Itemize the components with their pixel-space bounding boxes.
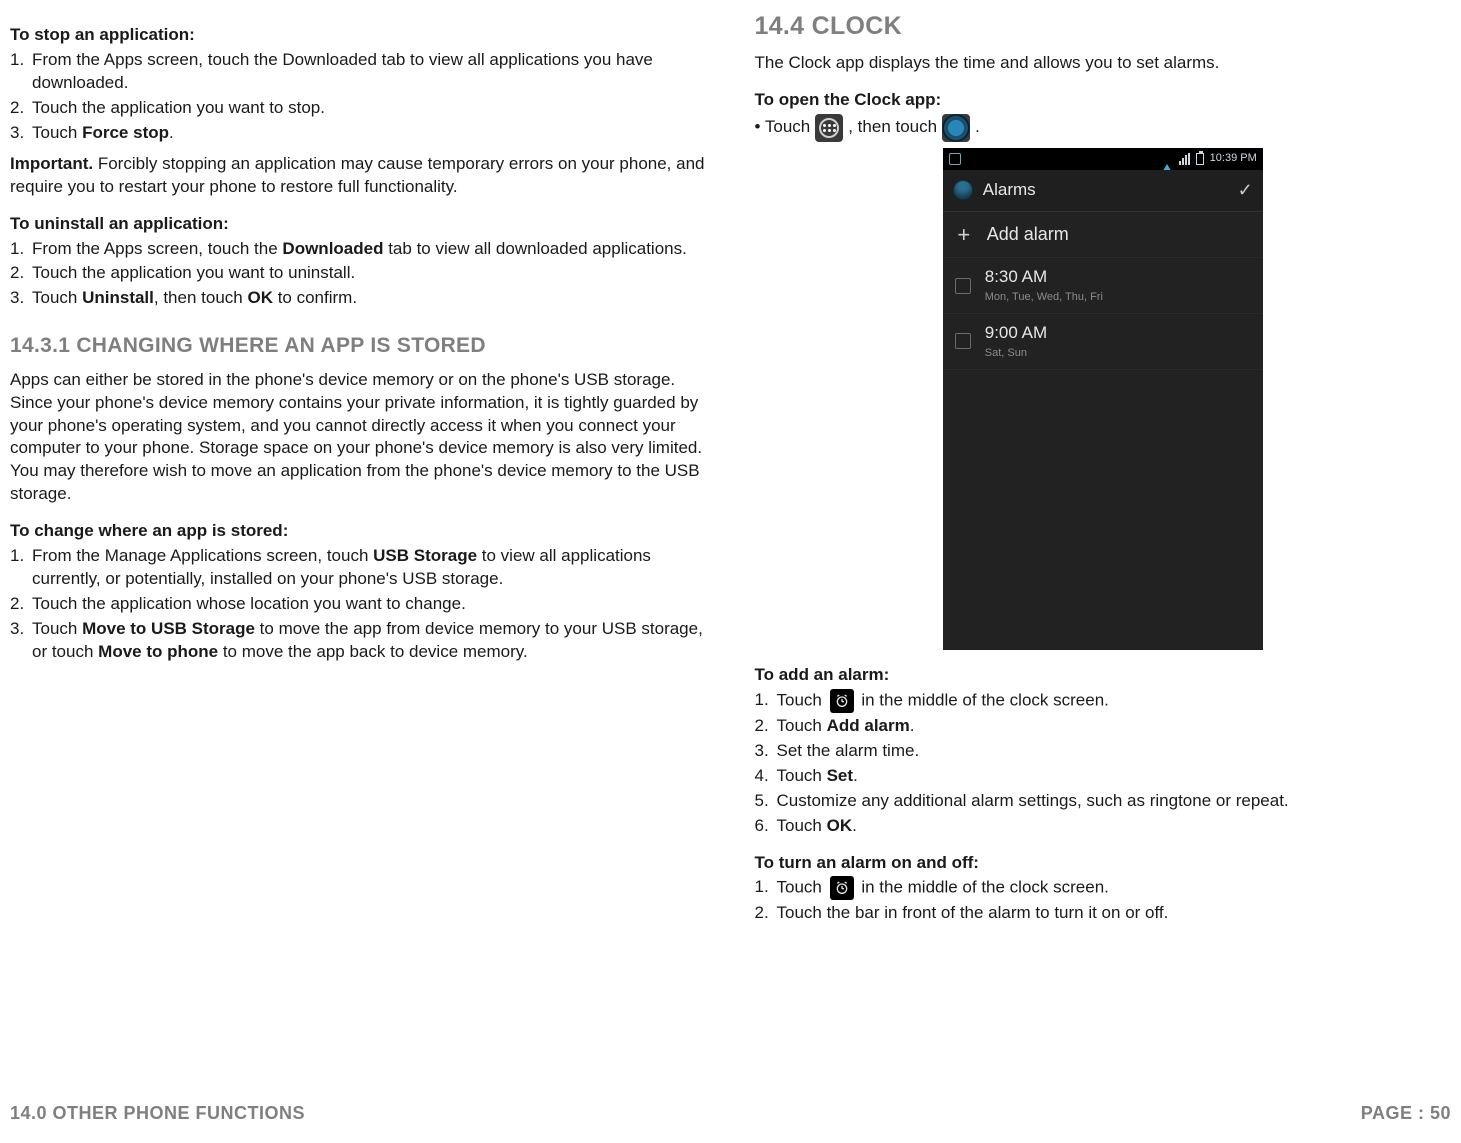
checkbox-icon[interactable] <box>955 278 971 294</box>
list-item: 2.Touch Add alarm. <box>755 715 1452 738</box>
debug-icon <box>949 153 961 165</box>
list-item: 3.Touch Uninstall, then touch OK to conf… <box>10 287 707 310</box>
heading-add-alarm: To add an alarm: <box>755 664 1452 687</box>
apps-grid-icon <box>815 114 843 142</box>
add-alarm-label: Add alarm <box>987 222 1069 246</box>
checkbox-icon[interactable] <box>955 333 971 349</box>
heading-toggle-alarm: To turn an alarm on and off: <box>755 852 1452 875</box>
heading-open-clock: To open the Clock app: <box>755 89 1452 112</box>
alarm-days: Sat, Sun <box>985 346 1047 361</box>
list-item: 3.Touch Force stop. <box>10 122 707 145</box>
clock-intro: The Clock app displays the time and allo… <box>755 52 1452 75</box>
list-item: 4.Touch Set. <box>755 765 1452 788</box>
alarm-time: 8:30 AM <box>985 266 1103 289</box>
list-item: 1.From the Manage Applications screen, t… <box>10 545 707 591</box>
list-item: 2.Touch the bar in front of the alarm to… <box>755 902 1452 925</box>
storage-paragraph: Apps can either be stored in the phone's… <box>10 369 707 507</box>
list-item: 5.Customize any additional alarm setting… <box>755 790 1452 813</box>
heading-uninstall: To uninstall an application: <box>10 213 707 236</box>
list-item: 2.Touch the application whose location y… <box>10 593 707 616</box>
list-item: 2.Touch the application you want to unin… <box>10 262 707 285</box>
alarm-row[interactable]: 9:00 AM Sat, Sun <box>943 314 1263 370</box>
uninstall-steps: 1.From the Apps screen, touch the Downlo… <box>10 238 707 311</box>
left-column: To stop an application: 1.From the Apps … <box>10 10 707 1070</box>
list-item: 2.Touch the application you want to stop… <box>10 97 707 120</box>
alarm-appbar-icon <box>953 180 973 200</box>
alarm-time: 9:00 AM <box>985 322 1047 345</box>
list-item: 6.Touch OK. <box>755 815 1452 838</box>
status-bar: 10:39 PM <box>943 148 1263 170</box>
add-alarm-steps: 1.Touch in the middle of the clock scree… <box>755 689 1452 838</box>
page-footer: 14.0 OTHER PHONE FUNCTIONS PAGE : 50 <box>10 1101 1451 1125</box>
change-storage-steps: 1.From the Manage Applications screen, t… <box>10 545 707 664</box>
alarm-icon <box>830 689 854 713</box>
wifi-icon <box>1161 151 1173 166</box>
status-time: 10:39 PM <box>1210 151 1257 166</box>
stop-app-steps: 1.From the Apps screen, touch the Downlo… <box>10 49 707 145</box>
add-alarm-row[interactable]: + Add alarm <box>943 212 1263 259</box>
appbar-title: Alarms <box>983 179 1228 202</box>
heading-change-storage: To change where an app is stored: <box>10 520 707 543</box>
signal-icon <box>1179 153 1190 165</box>
battery-icon <box>1196 153 1204 165</box>
toggle-alarm-steps: 1.Touch in the middle of the clock scree… <box>755 876 1452 925</box>
list-item: 1.From the Apps screen, touch the Downlo… <box>10 238 707 261</box>
section-heading-14-4: 14.4 CLOCK <box>755 10 1452 44</box>
list-item: 1.Touch in the middle of the clock scree… <box>755 876 1452 900</box>
phone-screenshot: 10:39 PM Alarms ✓ + Add alarm 8:3 <box>755 148 1452 650</box>
section-heading-14-3-1: 14.3.1 CHANGING WHERE AN APP IS STORED <box>10 332 707 360</box>
alarm-icon <box>830 876 854 900</box>
done-icon[interactable]: ✓ <box>1238 178 1253 202</box>
list-item: 1.Touch in the middle of the clock scree… <box>755 689 1452 713</box>
footer-right: PAGE : 50 <box>1361 1101 1451 1125</box>
plus-icon: + <box>955 220 973 250</box>
heading-stop-app: To stop an application: <box>10 24 707 47</box>
clock-app-icon <box>942 114 970 142</box>
open-clock-line: • Touch , then touch . <box>755 114 1452 142</box>
alarm-row[interactable]: 8:30 AM Mon, Tue, Wed, Thu, Fri <box>943 258 1263 314</box>
phone-filler <box>943 370 1263 650</box>
list-item: 1.From the Apps screen, touch the Downlo… <box>10 49 707 95</box>
footer-left: 14.0 OTHER PHONE FUNCTIONS <box>10 1101 305 1125</box>
alarm-days: Mon, Tue, Wed, Thu, Fri <box>985 290 1103 305</box>
list-item: 3.Set the alarm time. <box>755 740 1452 763</box>
important-note: Important. Forcibly stopping an applicat… <box>10 153 707 199</box>
app-bar: Alarms ✓ <box>943 170 1263 212</box>
right-column: 14.4 CLOCK The Clock app displays the ti… <box>755 10 1452 1070</box>
list-item: 3. Touch Move to USB Storage to move the… <box>10 618 707 664</box>
